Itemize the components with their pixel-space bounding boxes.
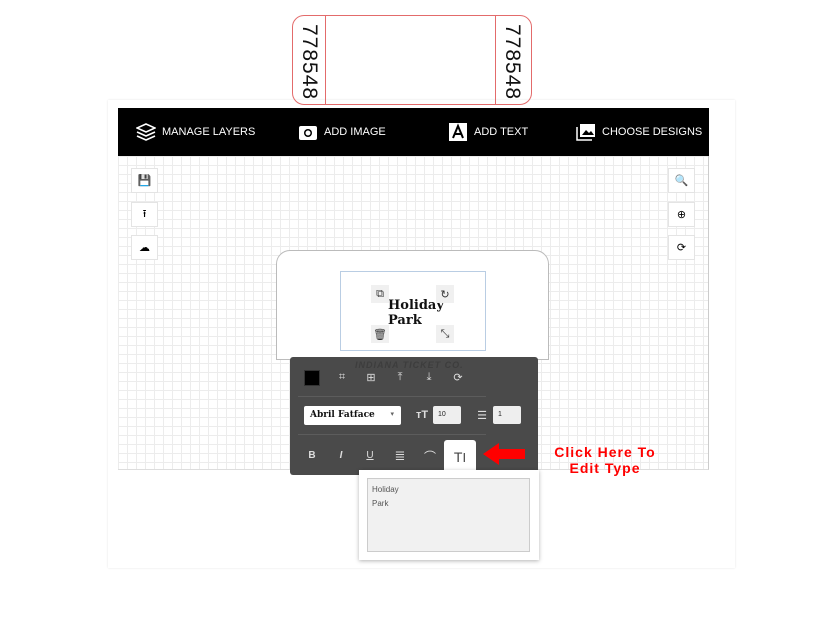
manage-layers-label: MANAGE LAYERS — [162, 126, 256, 138]
underline-button[interactable]: U — [361, 450, 379, 461]
text-content-textarea[interactable]: Holiday Park — [367, 478, 530, 552]
color-swatch[interactable] — [304, 370, 320, 386]
line-height-icon: ☰ — [477, 410, 487, 422]
line-height-input[interactable]: 1 — [493, 406, 521, 424]
save-icon: 💾 — [137, 175, 152, 187]
ticket-number-left[interactable]: 778548 — [296, 22, 322, 102]
red-arrow-icon — [483, 443, 525, 465]
reset-icon: ⟳ — [676, 242, 687, 254]
zoom-in-button[interactable]: ⊕ — [668, 202, 695, 227]
font-size-icon: ᴛT — [415, 409, 429, 421]
ticket-brand: INDIANA TICKET CO. — [355, 360, 464, 370]
bold-button[interactable]: B — [303, 450, 321, 461]
align-icon: ≣ — [394, 448, 406, 463]
zoom-in-icon: ⊕ — [676, 209, 687, 221]
choose-designs-label: CHOOSE DESIGNS — [602, 126, 703, 138]
curve-icon: ⌒ — [423, 450, 436, 464]
edit-text-tab[interactable]: TI — [444, 440, 476, 474]
trash-icon: 🗑 — [373, 328, 387, 341]
callout-line2: Edit Type — [569, 460, 641, 476]
italic-button[interactable]: I — [332, 450, 350, 461]
text-cursor-icon: I — [462, 450, 467, 465]
crop-icon[interactable]: ⌗ — [333, 371, 351, 384]
font-select[interactable]: Abril Fatface ▾ — [304, 406, 401, 425]
add-image-label: ADD IMAGE — [324, 126, 386, 138]
font-value: Abril Fatface — [310, 410, 375, 420]
delete-handle[interactable]: 🗑 — [371, 325, 389, 343]
chevron-down-icon: ▾ — [390, 409, 394, 418]
rotate-handle[interactable]: ↻ — [436, 285, 454, 303]
save-button[interactable]: 💾 — [131, 168, 158, 193]
text-icon — [449, 123, 467, 141]
add-text-button[interactable]: ADD TEXT — [448, 123, 528, 141]
copy-icon: ⧉ — [376, 287, 384, 300]
cloud-download-icon: ☁ — [139, 242, 150, 254]
divider — [298, 396, 486, 397]
grid-icon[interactable]: ⊞ — [362, 371, 380, 384]
choose-designs-button[interactable]: CHOOSE DESIGNS — [576, 123, 702, 141]
stub-divider — [325, 15, 496, 105]
align-bottom-icon[interactable]: ⤓ — [420, 371, 438, 384]
reset-button[interactable]: ⟳ — [668, 235, 695, 260]
images-icon — [576, 124, 595, 141]
upload-icon: ⭱ — [142, 208, 147, 220]
curve-text-button[interactable]: ⌒ — [421, 448, 439, 465]
zoom-out-icon: 🔍 — [674, 175, 689, 187]
callout-line1: Click Here To — [554, 444, 656, 460]
camera-icon — [299, 126, 317, 140]
upload-button[interactable]: ⭱ — [131, 202, 158, 227]
cloud-download-button[interactable]: ☁ — [131, 235, 158, 260]
font-size-input[interactable]: 10 — [433, 406, 461, 424]
align-text-button[interactable]: ≣ — [391, 448, 409, 464]
manage-layers-button[interactable]: MANAGE LAYERS — [136, 123, 255, 141]
zoom-out-button[interactable]: 🔍 — [668, 168, 695, 193]
rotate-icon: ↻ — [440, 288, 450, 301]
refresh-icon[interactable]: ⟳ — [449, 371, 467, 384]
callout-text: Click Here To Edit Type — [538, 444, 672, 476]
layers-icon — [136, 123, 156, 141]
ticket-number-right[interactable]: 778548 — [499, 22, 525, 102]
align-top-icon[interactable]: ⤒ — [391, 371, 409, 384]
divider — [298, 434, 486, 435]
resize-icon: ⤡ — [440, 327, 450, 340]
top-menu-bar: MANAGE LAYERS ADD IMAGE ADD TEXT CHOOSE … — [118, 108, 709, 156]
duplicate-handle[interactable]: ⧉ — [371, 285, 389, 303]
add-text-label: ADD TEXT — [474, 126, 529, 138]
resize-handle[interactable]: ⤡ — [436, 325, 454, 343]
add-image-button[interactable]: ADD IMAGE — [298, 123, 386, 141]
